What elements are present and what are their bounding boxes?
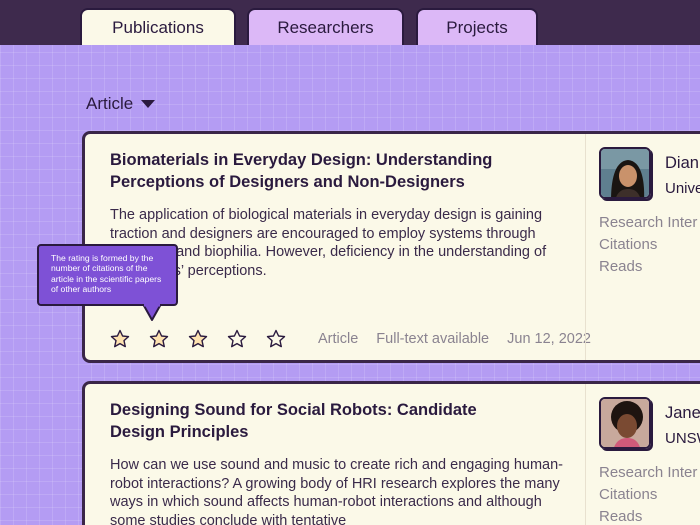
- publication-abstract: How can we use sound and music to create…: [110, 457, 563, 525]
- tooltip-text: The rating is formed by the number of ci…: [51, 253, 162, 295]
- publication-title[interactable]: Biomaterials in Everyday Design: Underst…: [110, 149, 510, 193]
- stat-reads: Reads: [599, 508, 643, 525]
- star-empty-icon[interactable]: [266, 329, 286, 349]
- star-filled-icon[interactable]: [149, 329, 169, 349]
- publication-card[interactable]: Designing Sound for Social Robots: Candi…: [82, 381, 700, 525]
- publication-type: Article: [318, 331, 359, 347]
- tab-researchers[interactable]: Researchers: [247, 8, 404, 45]
- availability-label: Full-text available: [376, 331, 490, 347]
- filter-label: Article: [86, 94, 134, 113]
- tooltip-pointer: [142, 304, 162, 321]
- author-name[interactable]: Dian: [665, 154, 699, 173]
- stat-citations: Citations: [599, 236, 658, 253]
- stat-research-interest: Research Inter: [599, 214, 698, 231]
- star-filled-icon[interactable]: [188, 329, 208, 349]
- publication-title[interactable]: Designing Sound for Social Robots: Candi…: [110, 399, 510, 443]
- article-type-filter[interactable]: Article: [86, 94, 156, 114]
- author-avatar[interactable]: [599, 147, 651, 199]
- rating-tooltip: The rating is formed by the number of ci…: [37, 244, 178, 306]
- card-divider: [585, 134, 586, 360]
- rating-stars[interactable]: [110, 329, 304, 349]
- caret-down-icon: [141, 100, 156, 108]
- tab-projects[interactable]: Projects: [416, 8, 538, 45]
- star-empty-icon[interactable]: [227, 329, 247, 349]
- author-affiliation: Unive: [665, 180, 700, 197]
- publication-date: Jun 12, 2022: [507, 331, 591, 347]
- stat-reads: Reads: [599, 258, 643, 275]
- author-avatar[interactable]: [599, 397, 651, 449]
- stat-citations: Citations: [599, 486, 658, 503]
- author-name[interactable]: Jane: [665, 404, 700, 423]
- star-filled-icon[interactable]: [110, 329, 130, 349]
- publication-meta: Article Full-text available Jun 12, 2022: [110, 329, 609, 349]
- card-divider: [585, 384, 586, 525]
- tab-publications[interactable]: Publications: [80, 8, 236, 45]
- stat-research-interest: Research Inter: [599, 464, 698, 481]
- author-affiliation: UNSW: [665, 430, 700, 447]
- publication-abstract: The application of biological materials …: [110, 207, 547, 279]
